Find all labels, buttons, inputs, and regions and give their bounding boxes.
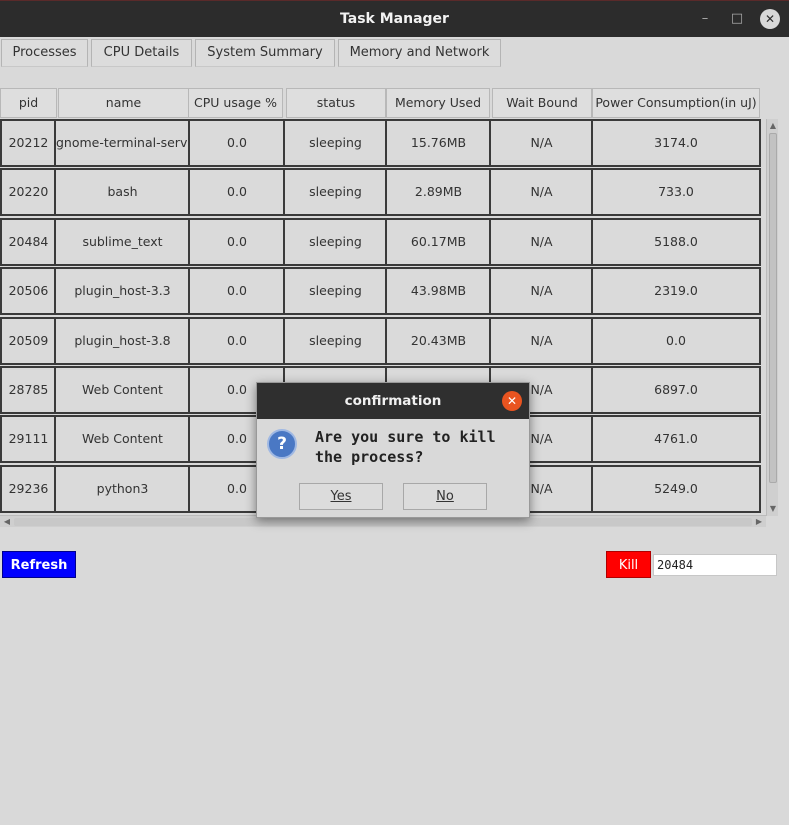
cell-pid: 20220	[0, 168, 57, 216]
cell-status: sleeping	[283, 119, 388, 167]
vertical-scrollbar[interactable]: ▲ ▼	[766, 119, 778, 516]
column-header-cpu-usage[interactable]: CPU usage %	[188, 88, 283, 118]
cell-cpu-usage: 0.0	[188, 218, 286, 266]
cell-memory-used: 43.98MB	[385, 267, 492, 315]
cell-power-consumption: 0.0	[591, 317, 761, 365]
cell-power-consumption: 2319.0	[591, 267, 761, 315]
tab-processes[interactable]: Processes	[1, 39, 88, 67]
yes-button[interactable]: Yes	[299, 483, 383, 510]
tab-system-summary[interactable]: System Summary	[195, 39, 335, 67]
cell-pid: 29111	[0, 415, 57, 463]
no-button[interactable]: No	[403, 483, 487, 510]
cell-cpu-usage: 0.0	[188, 267, 286, 315]
cell-memory-used: 15.76MB	[385, 119, 492, 167]
column-header-pid[interactable]: pid	[0, 88, 57, 118]
cell-power-consumption: 3174.0	[591, 119, 761, 167]
tab-memory-and-network[interactable]: Memory and Network	[338, 39, 501, 67]
cell-pid: 20509	[0, 317, 57, 365]
window-title: Task Manager	[340, 11, 449, 27]
cell-power-consumption: 6897.0	[591, 366, 761, 414]
cell-pid: 28785	[0, 366, 57, 414]
cell-power-consumption: 733.0	[591, 168, 761, 216]
scroll-right-icon[interactable]: ▶	[753, 516, 765, 528]
column-header-memory-used[interactable]: Memory Used	[386, 88, 490, 118]
cell-power-consumption: 5249.0	[591, 465, 761, 513]
cell-memory-used: 20.43MB	[385, 317, 492, 365]
cell-wait-bound: N/A	[489, 168, 594, 216]
cell-memory-used: 60.17MB	[385, 218, 492, 266]
cell-status: sleeping	[283, 168, 388, 216]
refresh-button[interactable]: Refresh	[2, 551, 76, 578]
cell-status: sleeping	[283, 218, 388, 266]
cell-name: plugin_host-3.8	[54, 317, 191, 365]
column-header-power-consumption[interactable]: Power Consumption(in uJ)	[592, 88, 760, 118]
column-header-wait-bound[interactable]: Wait Bound	[492, 88, 592, 118]
kill-button[interactable]: Kill	[606, 551, 651, 578]
cell-wait-bound: N/A	[489, 119, 594, 167]
cell-memory-used: 2.89MB	[385, 168, 492, 216]
cell-name: Web Content	[54, 366, 191, 414]
no-label: No	[436, 489, 454, 504]
scroll-left-icon[interactable]: ◀	[1, 516, 13, 528]
scroll-down-icon[interactable]: ▼	[768, 503, 778, 515]
dialog-title: confirmation	[344, 393, 442, 409]
cell-status: sleeping	[283, 267, 388, 315]
cell-wait-bound: N/A	[489, 317, 594, 365]
cell-name: sublime_text	[54, 218, 191, 266]
cell-cpu-usage: 0.0	[188, 317, 286, 365]
cell-pid: 20506	[0, 267, 57, 315]
cell-cpu-usage: 0.0	[188, 119, 286, 167]
cell-name: plugin_host-3.3	[54, 267, 191, 315]
vertical-scroll-thumb[interactable]	[769, 133, 777, 483]
cell-name: python3	[54, 465, 191, 513]
minimize-icon[interactable]: –	[695, 9, 715, 29]
maximize-icon[interactable]: □	[727, 9, 747, 29]
question-icon: ?	[267, 429, 297, 459]
cell-pid: 29236	[0, 465, 57, 513]
yes-label: Yes	[330, 489, 352, 504]
cell-pid: 20212	[0, 119, 57, 167]
task-manager-window: Task Manager – □ ✕ Processes CPU Details…	[0, 0, 789, 825]
horizontal-scroll-thumb[interactable]	[14, 518, 752, 526]
cell-name: Web Content	[54, 415, 191, 463]
confirmation-dialog: confirmation ✕ ? Are you sure to kill th…	[256, 382, 530, 518]
column-header-name[interactable]: name	[58, 88, 189, 118]
dialog-titlebar[interactable]: confirmation ✕	[257, 383, 529, 419]
cell-power-consumption: 4761.0	[591, 415, 761, 463]
cell-name: gnome-terminal-server	[54, 119, 191, 167]
cell-cpu-usage: 0.0	[188, 168, 286, 216]
cell-power-consumption: 5188.0	[591, 218, 761, 266]
cell-pid: 20484	[0, 218, 57, 266]
cell-wait-bound: N/A	[489, 218, 594, 266]
window-close-icon[interactable]: ✕	[760, 9, 780, 29]
scroll-up-icon[interactable]: ▲	[768, 120, 778, 132]
dialog-close-icon[interactable]: ✕	[502, 391, 522, 411]
window-titlebar[interactable]: Task Manager – □ ✕	[0, 0, 789, 37]
pid-input[interactable]	[653, 554, 777, 576]
cell-name: bash	[54, 168, 191, 216]
column-header-status[interactable]: status	[286, 88, 386, 118]
dialog-message: Are you sure to kill the process?	[315, 428, 496, 466]
cell-status: sleeping	[283, 317, 388, 365]
tab-cpu-details[interactable]: CPU Details	[91, 39, 192, 67]
cell-wait-bound: N/A	[489, 267, 594, 315]
